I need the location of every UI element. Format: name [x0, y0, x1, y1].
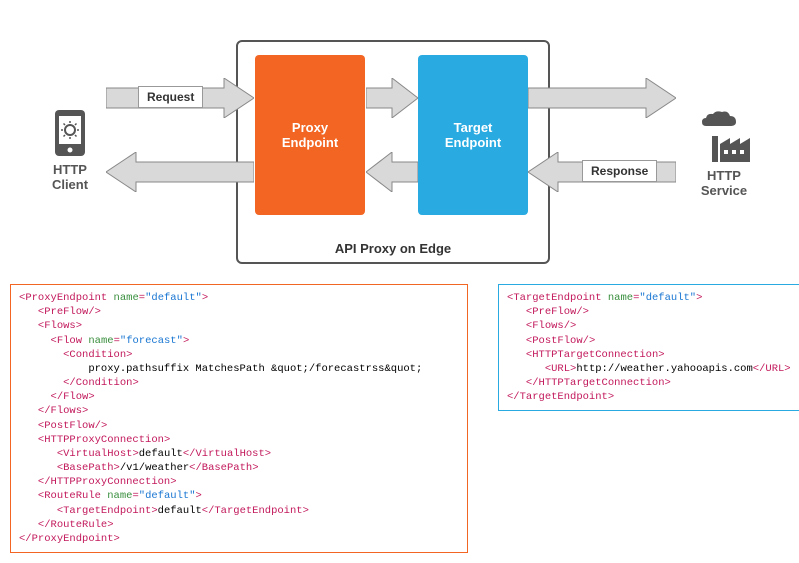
http-client: HTTP Client: [40, 108, 100, 192]
client-label: HTTP Client: [40, 162, 100, 192]
code-panels: <ProxyEndpoint name="default"> <PreFlow/…: [10, 284, 789, 553]
service-label: HTTP Service: [689, 168, 759, 198]
http-service: HTTP Service: [689, 108, 759, 198]
cloud-factory-icon: [694, 108, 754, 164]
container-caption: API Proxy on Edge: [238, 241, 548, 256]
request-label: Request: [138, 86, 203, 108]
arrow-response-2: [366, 152, 418, 192]
target-endpoint-box: Target Endpoint: [418, 55, 528, 215]
proxy-endpoint-xml: <ProxyEndpoint name="default"> <PreFlow/…: [10, 284, 468, 553]
api-proxy-diagram: HTTP Client HTTP Service API Proxy on Ed…: [10, 10, 789, 280]
arrow-response-1: [106, 152, 254, 192]
target-endpoint-xml: <TargetEndpoint name="default"> <PreFlow…: [498, 284, 799, 411]
arrow-request-3: [528, 78, 676, 118]
arrow-request-2: [366, 78, 418, 118]
phone-icon: [53, 108, 87, 158]
response-label: Response: [582, 160, 657, 182]
proxy-endpoint-box: Proxy Endpoint: [255, 55, 365, 215]
